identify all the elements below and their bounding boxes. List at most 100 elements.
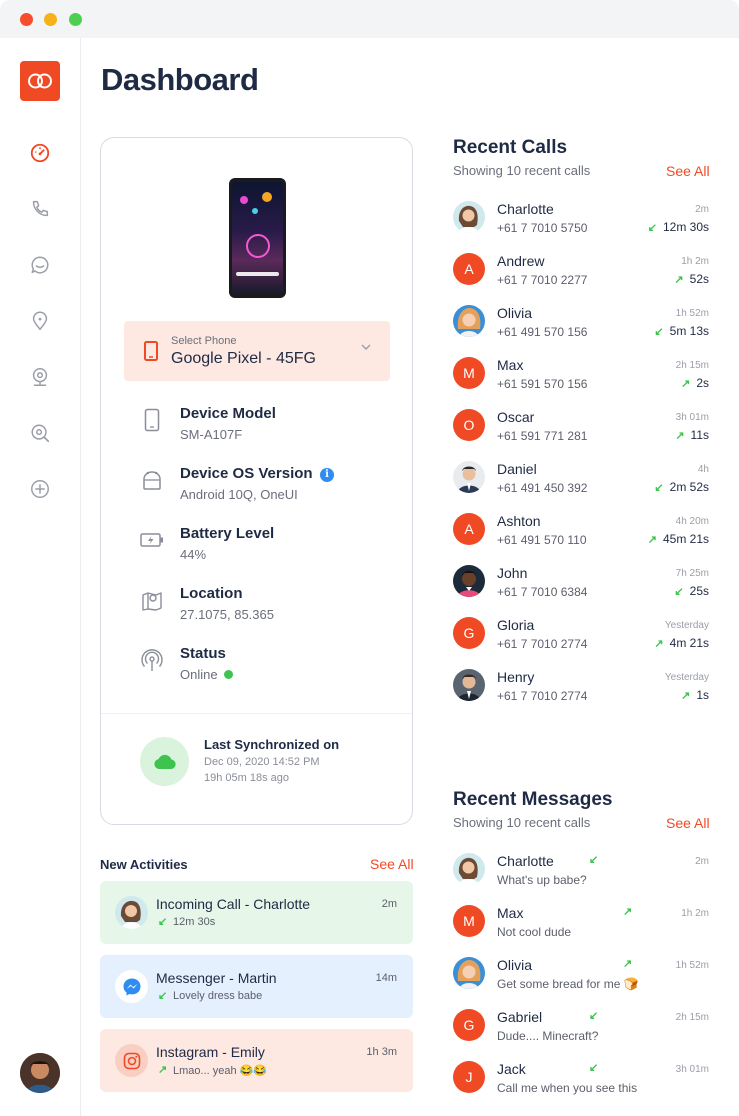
recent-messages-title: Recent Messages [453,789,613,810]
minimize-window-button[interactable] [44,13,57,26]
avatar-initial: A [464,521,474,537]
message-preview: Call me when you see this [497,1081,638,1095]
phone-number: +61 7 7010 6384 [497,585,588,599]
contact-name: Jack [497,1061,526,1077]
duration-text: 12m 30s [662,220,709,234]
contact-name: Charlotte [497,853,554,869]
call-time: Yesterday [664,620,709,631]
sidebar-item-location[interactable] [28,309,52,333]
call-row[interactable]: Olivia +61 491 570 156 1h 52m ↙ 5m 13s [453,305,709,345]
call-duration: ↗ 1s [681,688,709,702]
message-row[interactable]: J Jack ↙ Call me when you see this 3h 01m [453,1061,709,1101]
call-row[interactable]: Daniel +61 491 450 392 4h ↙ 2m 52s [453,461,709,501]
incoming-arrow-icon: ↙ [158,990,168,1002]
outgoing-arrow-icon: ↗ [623,906,633,918]
phone-icon [32,200,49,217]
duration-text: 1s [696,688,709,702]
sync-title: Last Synchronized on [204,737,340,752]
contact-name: Oscar [497,409,535,425]
outgoing-arrow-icon: ↗ [674,274,684,286]
duration-text: 45m 21s [662,532,709,546]
contact-name: Daniel [497,461,537,477]
app-logo[interactable] [20,61,60,101]
call-time: 2h 15m [675,360,709,371]
avatar-initial: O [463,417,475,433]
sidebar-item-dashboard[interactable] [28,141,52,165]
info-icon[interactable]: i [320,468,334,482]
message-preview: Not cool dude [497,925,572,939]
broadcast-icon [141,649,163,671]
battery-value: 44% [180,547,207,562]
online-status-dot [223,670,233,679]
call-row[interactable]: O Oscar +61 591 771 281 3h 01m ↗ 11s [453,409,709,449]
sidebar-item-camera[interactable] [28,365,52,389]
avatar: G [453,617,485,649]
avatar-initial: J [465,1069,473,1085]
duration-text: 52s [689,272,709,286]
call-row[interactable]: G Gloria +61 7 7010 2774 Yesterday ↗ 4m 21s [453,617,709,657]
sidebar-item-calls[interactable] [28,197,52,221]
message-preview: What's up babe? [497,873,587,887]
user-avatar[interactable] [20,1053,60,1093]
activity-time: 2m [381,898,397,910]
call-duration: ↗ 11s [675,428,709,442]
incoming-arrow-icon: ↙ [589,1010,599,1022]
contact-name: Olivia [497,957,533,973]
activity-item[interactable]: Messenger - Martin ↙ Lovely dress babe 1… [100,955,413,1018]
duration-text: 25s [689,584,709,598]
call-time: 4h [697,464,709,475]
incoming-arrow-icon: ↙ [589,1062,599,1074]
messages-see-all-link[interactable]: See All [666,815,710,831]
call-row[interactable]: A Andrew +61 7 7010 2277 1h 2m ↗ 52s [453,253,709,293]
call-duration: ↗ 4m 21s [654,636,709,650]
message-row[interactable]: Olivia ↗ Get some bread for me 🍞 1h 52m [453,957,709,997]
location-label: Location [180,585,243,602]
close-window-button[interactable] [20,13,33,26]
link-logo-icon [28,73,52,89]
call-row[interactable]: Charlotte +61 7 7010 5750 2m ↙ 12m 30s [453,201,709,241]
call-time: 3h 01m [675,412,709,423]
contact-name: Charlotte [497,201,554,217]
duration-text: 2s [696,376,709,390]
call-time: Yesterday [664,672,709,683]
activities-see-all-link[interactable]: See All [370,856,414,872]
message-row[interactable]: G Gabriel ↙ Dude.... Minecraft? 2h 15m [453,1009,709,1049]
outgoing-arrow-icon: ↗ [654,638,664,650]
message-preview: Dude.... Minecraft? [497,1029,599,1043]
incoming-arrow-icon: ↙ [654,482,664,494]
select-phone-dropdown[interactable]: Select Phone Google Pixel - 45FG [124,321,390,381]
activity-time: 1h 3m [366,1046,397,1058]
incoming-arrow-icon: ↙ [589,854,599,866]
avatar [453,201,485,233]
call-row[interactable]: Henry +61 7 7010 2774 Yesterday ↗ 1s [453,669,709,709]
outgoing-arrow-icon: ↗ [158,1064,168,1076]
phone-number: +61 491 570 156 [497,325,588,339]
calls-see-all-link[interactable]: See All [666,163,710,179]
phone-number: +61 591 771 281 [497,429,588,443]
sync-cloud-badge [140,737,189,786]
call-row[interactable]: A Ashton +61 491 570 110 4h 20m ↗ 45m 21s [453,513,709,553]
device-os-row: Device OS Version i Android 10Q, OneUI [139,465,389,515]
call-row[interactable]: John +61 7 7010 6384 7h 25m ↙ 25s [453,565,709,605]
page-title: Dashboard [101,62,259,97]
message-row[interactable]: M Max ↗ Not cool dude 1h 2m [453,905,709,945]
phone-outline-icon [144,408,160,432]
contact-name: Gabriel [497,1009,543,1025]
sidebar-item-messages[interactable] [28,253,52,277]
search-zoom-icon [31,424,50,443]
sidebar-item-search[interactable] [28,421,52,445]
maximize-window-button[interactable] [69,13,82,26]
avatar: A [453,513,485,545]
call-row[interactable]: M Max +61 591 570 156 2h 15m ↗ 2s [453,357,709,397]
sidebar-item-add[interactable] [28,477,52,501]
duration-text: 2m 52s [669,480,709,494]
activity-item[interactable]: Incoming Call - Charlotte ↙ 12m 30s 2m [100,881,413,944]
avatar: M [453,905,485,937]
message-row[interactable]: Charlotte ↙ What's up babe? 2m [453,853,709,893]
incoming-arrow-icon: ↙ [158,916,168,928]
phone-number: +61 591 570 156 [497,377,588,391]
avatar-initial: A [464,261,474,277]
phone-number: +61 7 7010 2277 [497,273,588,287]
activity-item[interactable]: Instagram - Emily ↗ Lmao... yeah 😂😂 1h 3… [100,1029,413,1092]
speedometer-icon [30,143,50,163]
